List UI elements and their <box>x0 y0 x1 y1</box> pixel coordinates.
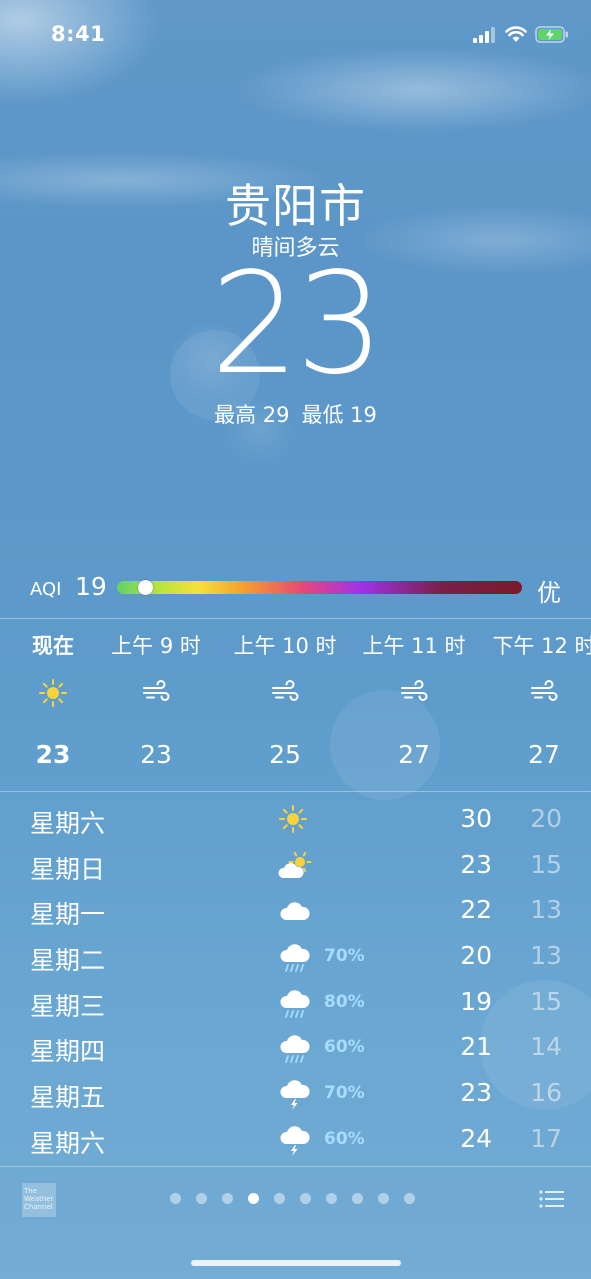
battery-charging-icon <box>535 26 568 43</box>
page-dot[interactable] <box>196 1193 207 1204</box>
status-bar: 8:41 <box>0 22 591 52</box>
day-name: 星期日 <box>30 854 106 884</box>
partly-cloudy-icon <box>278 850 312 884</box>
hour-temp: 23 <box>140 740 172 769</box>
logo-text: The Weather Channel <box>24 1187 54 1211</box>
day-high: 19 <box>460 986 492 1016</box>
page-dot[interactable] <box>274 1193 285 1204</box>
wifi-icon <box>505 26 527 42</box>
aqi-value: 19 <box>75 572 107 601</box>
day-high: 23 <box>460 1078 492 1108</box>
daily-row: 星期一 22 13 <box>0 889 591 935</box>
aqi-scale-bar <box>117 580 522 595</box>
day-low: 13 <box>530 941 562 971</box>
precip-chance: 70% <box>324 1083 365 1104</box>
hour-temp: 27 <box>528 740 560 769</box>
aqi-rating: 优 <box>537 579 561 607</box>
hour-temp: 27 <box>398 740 430 769</box>
day-high: 24 <box>460 1123 492 1153</box>
day-high: 23 <box>460 849 492 879</box>
hour-label: 上午 10 时 <box>233 634 337 658</box>
precip-chance: 80% <box>324 991 365 1012</box>
page-dot[interactable] <box>300 1193 311 1204</box>
day-low: 15 <box>530 986 562 1016</box>
thunderstorm-icon <box>278 1078 312 1112</box>
precip-chance: 60% <box>324 1128 365 1149</box>
high-low: 最高 29 最低 19 <box>0 399 591 429</box>
high-temp: 最高 29 <box>214 403 290 427</box>
day-high: 21 <box>460 1032 492 1062</box>
day-high: 30 <box>460 804 492 833</box>
daily-forecast[interactable]: 星期六 30 20 星期日 23 15 星期一 22 13 星期二 70% 20 13 星期三 80% 19 1… <box>0 798 591 1164</box>
day-name: 星期一 <box>30 900 106 930</box>
rain-icon <box>278 987 312 1021</box>
day-name: 星期三 <box>30 991 106 1021</box>
hourly-item: 上午 11 时 27 <box>354 630 474 769</box>
daily-row: 星期四 60% 21 14 <box>0 1026 591 1072</box>
signal-icon <box>473 26 495 43</box>
hourly-item: 上午 9 时 23 <box>96 630 216 769</box>
aqi-level-indicator <box>138 580 154 595</box>
rain-icon <box>278 941 312 975</box>
page-indicator[interactable] <box>170 1193 415 1204</box>
hourly-item: 上午 10 时 25 <box>225 630 345 769</box>
day-name: 星期二 <box>30 946 106 976</box>
page-dot[interactable] <box>170 1193 181 1204</box>
day-low: 16 <box>530 1078 562 1108</box>
wind-icon <box>225 678 345 722</box>
hourly-item: 下午 12 时 27 <box>484 630 591 769</box>
day-name: 星期六 <box>30 1128 106 1158</box>
precip-chance: 60% <box>324 1037 365 1058</box>
day-low: 14 <box>530 1032 562 1062</box>
daily-row: 星期三 80% 19 15 <box>0 981 591 1027</box>
daily-row: 星期六 60% 24 17 <box>0 1118 591 1164</box>
hour-label: 下午 12 时 <box>492 634 591 658</box>
day-low: 15 <box>530 849 562 879</box>
page-dot[interactable] <box>378 1193 389 1204</box>
status-time: 8:41 <box>51 22 106 46</box>
thunderstorm-icon <box>278 1124 312 1158</box>
wind-icon <box>354 678 474 722</box>
hourly-forecast[interactable]: 现在 23 上午 9 时 23 上午 10 时 25 上午 11 时 27 下午 12 时 27 <box>0 630 591 780</box>
city-name: 贵阳市 <box>225 179 366 233</box>
hour-label: 上午 11 时 <box>362 634 466 658</box>
divider <box>0 1166 591 1167</box>
rain-icon <box>278 1032 312 1066</box>
page-dot[interactable] <box>326 1193 337 1204</box>
hour-label: 上午 9 时 <box>111 634 201 658</box>
divider <box>0 791 591 792</box>
daily-row: 星期五 70% 23 16 <box>0 1072 591 1118</box>
page-dot[interactable] <box>352 1193 363 1204</box>
day-high: 20 <box>460 941 492 971</box>
page-dot[interactable] <box>248 1193 259 1204</box>
day-name: 星期五 <box>30 1083 106 1113</box>
list-icon[interactable] <box>539 1189 565 1209</box>
precip-chance: 70% <box>324 946 365 967</box>
sun-icon <box>278 804 312 838</box>
weather-channel-logo[interactable]: The Weather Channel <box>22 1183 56 1217</box>
daily-row: 星期六 30 20 <box>0 798 591 844</box>
day-name: 星期六 <box>30 809 106 838</box>
wind-icon <box>484 678 591 722</box>
page-dot[interactable] <box>404 1193 415 1204</box>
hour-temp: 25 <box>269 740 301 769</box>
status-icons <box>473 26 569 43</box>
footer-toolbar: The Weather Channel <box>0 1168 591 1228</box>
cloud-icon <box>278 895 312 929</box>
current-temperature: 23 <box>210 243 384 406</box>
day-low: 17 <box>530 1123 562 1153</box>
day-low: 13 <box>530 895 562 925</box>
daily-row: 星期二 70% 20 13 <box>0 935 591 981</box>
aqi-row[interactable]: AQI 19 优 <box>30 572 565 607</box>
day-name: 星期四 <box>30 1037 106 1067</box>
divider <box>0 618 591 619</box>
page-dot[interactable] <box>222 1193 233 1204</box>
wind-icon <box>96 678 216 722</box>
daily-row: 星期日 23 15 <box>0 844 591 890</box>
aqi-label: AQI <box>30 579 62 600</box>
day-low: 20 <box>530 804 562 833</box>
low-temp: 最低 19 <box>301 403 377 427</box>
day-high: 22 <box>460 895 492 925</box>
home-indicator[interactable] <box>191 1260 401 1266</box>
